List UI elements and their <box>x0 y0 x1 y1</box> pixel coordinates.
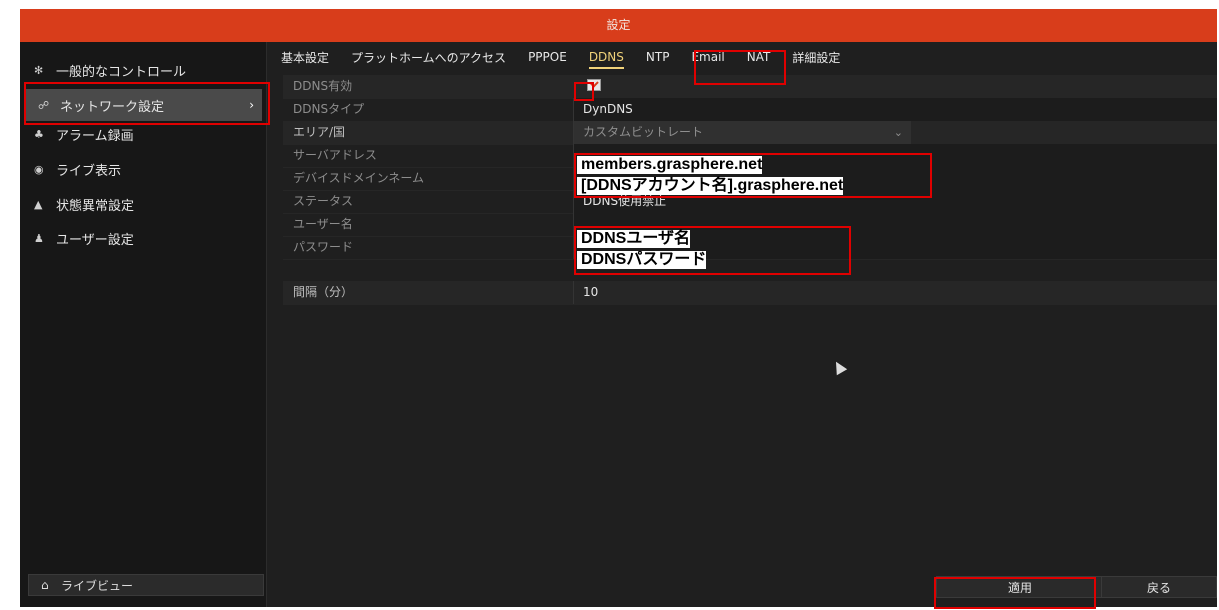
sidebar-item-users[interactable]: ♟ ユーザー設定 <box>20 222 266 254</box>
chevron-down-icon: ⌄ <box>893 126 903 139</box>
sidebar-item-live-display[interactable]: ◉ ライブ表示 <box>20 153 266 185</box>
sidebar-item-label: ユーザー設定 <box>56 232 134 248</box>
gear-icon: ✻ <box>34 63 44 77</box>
highlight-apply-button <box>934 577 1096 609</box>
tab-advanced[interactable]: 詳細設定 <box>781 49 851 66</box>
highlight-network-settings <box>24 82 270 125</box>
tab-pppoe[interactable]: PPPOE <box>517 50 578 64</box>
sidebar-item-label: 一般的なコントロール <box>56 64 187 80</box>
eye-icon: ◉ <box>34 162 44 176</box>
row-interval: 間隔（分） 10 <box>283 281 1217 305</box>
area-select[interactable]: カスタムビットレート ⌄ <box>574 121 911 144</box>
mouse-cursor-icon <box>830 358 848 376</box>
back-button[interactable]: 戻る <box>1101 576 1217 598</box>
row-ddns-type: DDNSタイプ DynDNS <box>283 98 1217 122</box>
tab-basic[interactable]: 基本設定 <box>270 49 340 66</box>
row-area: エリア/国 カスタムビットレート ⌄ <box>283 121 1217 145</box>
highlight-ddns-tab <box>694 50 786 85</box>
home-icon: ⌂ <box>41 578 49 592</box>
live-view-label: ライブビュー <box>61 578 134 593</box>
highlight-ddns-checkbox <box>574 82 594 101</box>
area-field: カスタムビットレート ⌄ <box>573 121 1217 144</box>
sidebar-item-label: アラーム録画 <box>56 128 134 144</box>
area-select-value: カスタムビットレート <box>583 125 704 139</box>
highlight-server-domain <box>574 153 932 198</box>
live-view-button[interactable]: ⌂ ライブビュー <box>28 574 264 596</box>
interval-label: 間隔（分） <box>293 285 354 299</box>
username-label: ユーザー名 <box>293 217 353 231</box>
sidebar-item-label: ライブ表示 <box>56 163 122 179</box>
ddns-enabled-label: DDNS有効 <box>293 79 353 93</box>
alarm-icon: ♣ <box>34 127 44 141</box>
interval-input[interactable]: 10 <box>573 281 1217 304</box>
password-label: パスワード <box>293 240 354 254</box>
tab-ntp[interactable]: NTP <box>635 50 681 64</box>
device-domain-label: デバイスドメインネーム <box>293 171 425 185</box>
window-title: 設定 <box>20 9 1217 42</box>
area-label: エリア/国 <box>293 125 346 139</box>
ddns-type-select[interactable]: DynDNS <box>573 98 1217 121</box>
tab-platform-access[interactable]: プラットホームへのアクセス <box>340 49 517 66</box>
highlight-user-password <box>574 226 851 275</box>
sidebar: ✻ 一般的なコントロール ☍ ネットワーク設定 › ♣ アラーム録画 ◉ ライブ… <box>20 42 267 607</box>
sidebar-item-label: 状態異常設定 <box>56 198 135 214</box>
tab-ddns[interactable]: DDNS <box>578 50 635 69</box>
sidebar-item-exception[interactable]: ▲ 状態異常設定 <box>20 188 266 220</box>
status-label: ステータス <box>293 194 354 208</box>
ddns-type-label: DDNSタイプ <box>293 102 365 116</box>
warning-icon: ▲ <box>34 197 43 211</box>
server-address-label: サーバアドレス <box>293 148 377 162</box>
users-icon: ♟ <box>34 231 44 245</box>
